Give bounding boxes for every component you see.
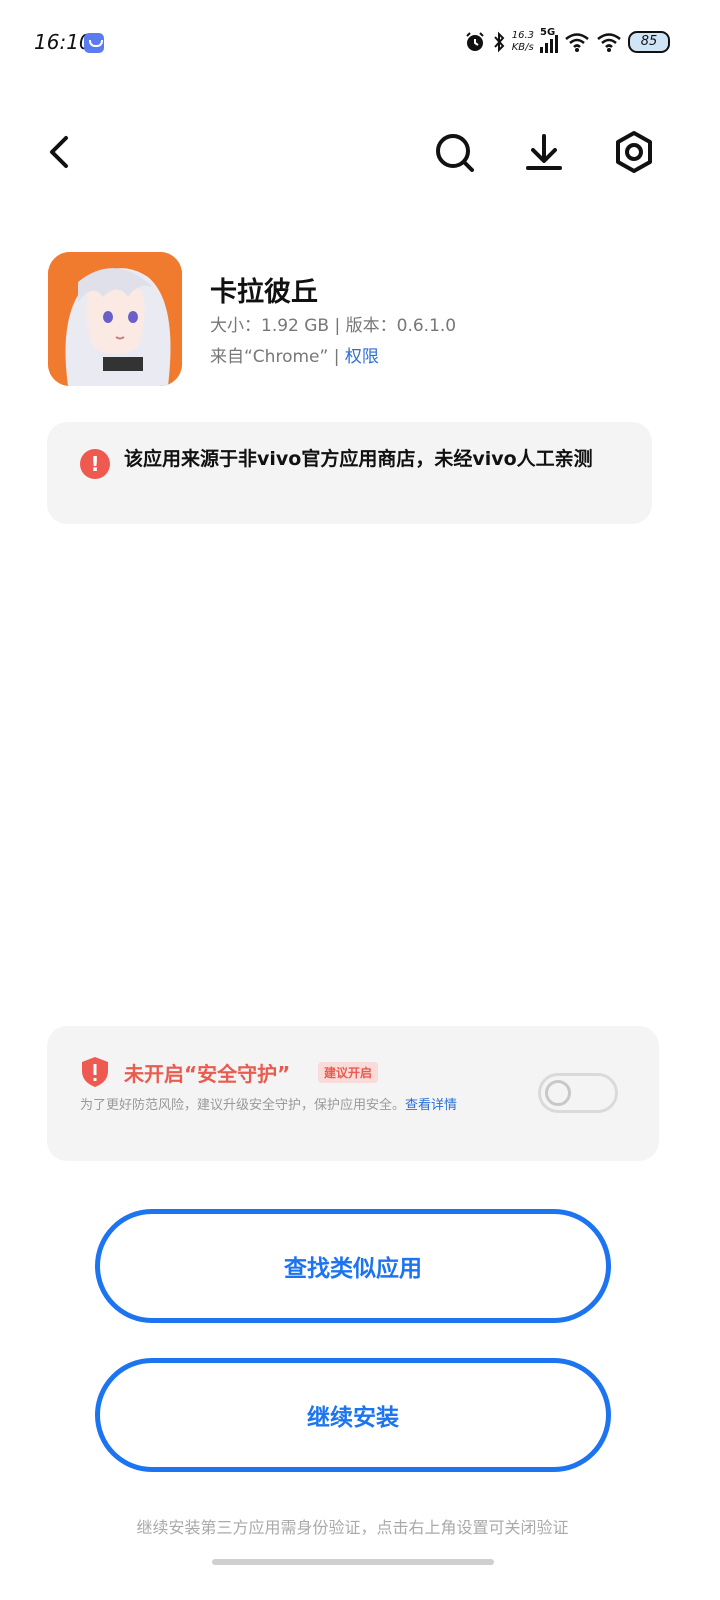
- alert-icon: !: [80, 449, 110, 479]
- alarm-icon: [466, 32, 484, 51]
- safety-guard-toggle[interactable]: [538, 1073, 618, 1113]
- network-type: 5G: [540, 27, 556, 38]
- continue-install-button[interactable]: 继续安装: [95, 1358, 611, 1472]
- toggle-knob: [545, 1080, 571, 1106]
- settings-button[interactable]: [610, 128, 658, 176]
- wifi-icon-2: [597, 33, 621, 52]
- app-name: 卡拉彼丘: [210, 277, 318, 308]
- app-source: 来自“Chrome” | 权限: [210, 342, 379, 367]
- recommend-badge: 建议开启: [318, 1062, 379, 1083]
- safety-guard-description: 为了更好防范风险，建议升级安全守护，保护应用安全。查看详情: [80, 1095, 500, 1117]
- network-speed: 16.3 KB/s: [512, 30, 534, 54]
- app-source-text: 来自“Chrome” |: [210, 347, 345, 367]
- view-details-link[interactable]: 查看详情: [405, 1098, 457, 1113]
- status-time: 16:10: [34, 30, 92, 54]
- bluetooth-icon: [493, 31, 505, 53]
- shield-icon: [82, 1057, 108, 1087]
- back-button[interactable]: [36, 128, 84, 176]
- app-size-version: 大小：1.92 GB | 版本：0.6.1.0: [210, 316, 457, 336]
- search-icon: [436, 134, 474, 172]
- speed-value: 16.3: [511, 30, 534, 41]
- download-icon: [526, 134, 562, 170]
- warning-text: 该应用来源于非vivo官方应用商店，未经vivo人工亲测: [124, 448, 593, 470]
- chevron-left-icon: [50, 136, 68, 168]
- gear-icon: [616, 131, 652, 173]
- safety-desc-text: 为了更好防范风险，建议升级安全守护，保护应用安全。: [80, 1098, 406, 1113]
- permissions-link[interactable]: 权限: [345, 347, 379, 367]
- app-artwork-icon: [48, 252, 182, 386]
- app-icon: [48, 252, 182, 386]
- find-similar-apps-button[interactable]: 查找类似应用: [95, 1209, 611, 1323]
- status-indicators: 16.3 KB/s 5G 85: [464, 27, 670, 56]
- speed-unit: KB/s: [511, 42, 534, 53]
- safety-guard-title: 未开启“安全守护”: [124, 1062, 291, 1086]
- notification-app-icon: [84, 33, 104, 53]
- wifi-icon: [565, 33, 589, 52]
- home-indicator[interactable]: [212, 1559, 494, 1565]
- footer-note: 继续安装第三方应用需身份验证，点击右上角设置可关闭验证: [136, 1518, 569, 1537]
- download-button[interactable]: [520, 128, 568, 176]
- battery-indicator: 85: [628, 31, 670, 53]
- search-button[interactable]: [430, 128, 478, 176]
- cellular-signal: 5G: [540, 27, 558, 53]
